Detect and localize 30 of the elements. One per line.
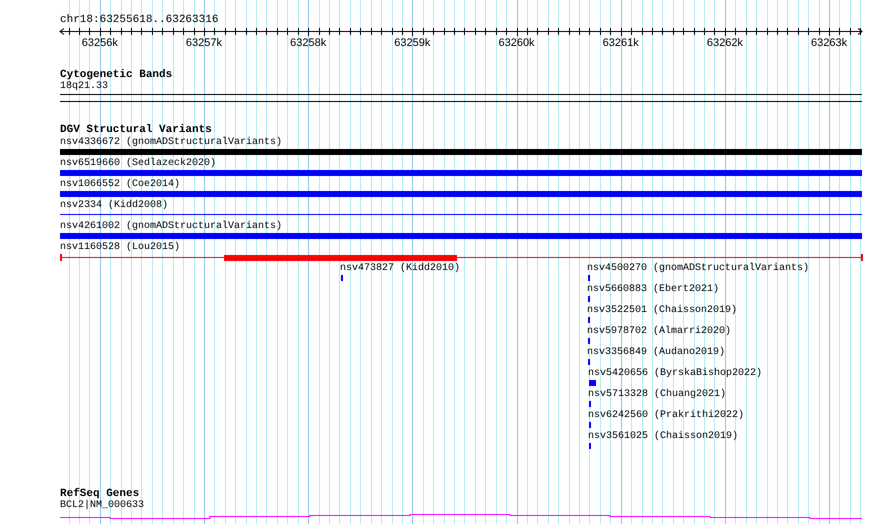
track-title: DGV Structural Variants [60, 124, 212, 136]
tick-label: 63258k [290, 37, 326, 50]
variant-label: nsv5420656 (ByrskaBishop2022) [588, 368, 762, 379]
variant-label: nsv473827 (Kidd2010) [340, 263, 460, 274]
tick-label: 63262k [706, 37, 743, 50]
variant-label: nsv6519660 (Sedlazeck2020) [60, 158, 216, 169]
tick-label: 63259k [394, 37, 430, 50]
variant-label: nsv5978702 (Almarri2020) [587, 326, 732, 337]
variant-label: nsv5660883 (Ebert2021) [587, 284, 720, 295]
gene-label: BCL2|NM_000633 [60, 500, 144, 511]
location-label: chr18:63255618..63263316 [60, 14, 218, 27]
track-title: RefSeq Genes [60, 488, 140, 500]
tick-label: 63260k [498, 37, 535, 50]
variant-label: nsv1066552 (Coe2014) [60, 179, 180, 190]
track-title: Cytogenetic Bands [60, 69, 172, 81]
variant-label: nsv3561025 (Chaisson2019) [588, 431, 738, 442]
variant-label: nsv1160528 (Lou2015) [60, 242, 180, 253]
variant-label: nsv3522501 (Chaisson2019) [587, 305, 738, 316]
variant-label: nsv4261002 (gnomADStructuralVariants) [60, 221, 282, 232]
tick-label: 63257k [186, 37, 222, 50]
variant-label: nsv3356849 (Audano2019) [587, 347, 726, 358]
variant-label: nsv6242560 (Prakrithi2022) [588, 410, 744, 421]
variant-label: nsv2334 (Kidd2008) [60, 200, 168, 211]
tick-label: 63256k [82, 37, 118, 50]
tick-label: 63261k [602, 37, 639, 50]
variant-label: nsv5713328 (Chuang2021) [588, 389, 726, 400]
band-label: 18q21.33 [60, 81, 108, 92]
variant-label: nsv4336672 (gnomADStructuralVariants) [60, 137, 282, 148]
tick-label: 63263k [811, 37, 848, 50]
variant-label: nsv4500270 (gnomADStructuralVariants) [587, 263, 810, 274]
